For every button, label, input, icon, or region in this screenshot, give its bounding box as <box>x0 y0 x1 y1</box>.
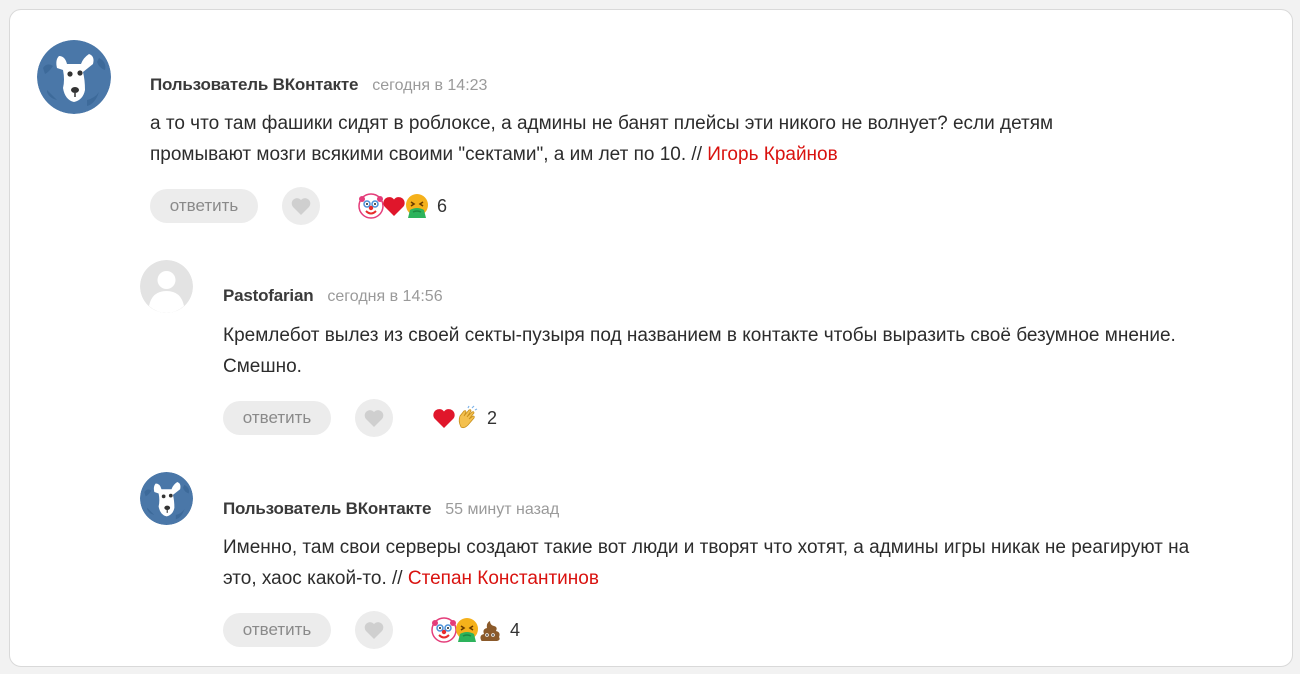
reply-button[interactable]: ответить <box>223 401 331 435</box>
comment: Пользователь ВКонтакте сегодня в 14:23 а … <box>37 40 1217 225</box>
like-button[interactable] <box>355 611 393 649</box>
heart-icon <box>364 622 384 639</box>
mention-link[interactable]: Степан Константинов <box>408 568 599 589</box>
author-name[interactable]: Пользователь ВКонтакте <box>150 75 358 94</box>
comment-text: а то что там фашики сидят в роблоксе, а … <box>150 108 1150 170</box>
author-name[interactable]: Пользователь ВКонтакте <box>223 499 431 518</box>
vk-dog-avatar[interactable] <box>140 472 193 525</box>
timestamp[interactable]: сегодня в 14:23 <box>372 77 487 94</box>
comment-body: а то что там фашики сидят в роблоксе, а … <box>150 113 1054 165</box>
comment-actions: ответить 2 <box>223 399 623 437</box>
comment-header: Pastofarian сегодня в 14:56 <box>223 286 443 306</box>
reaction-count: 4 <box>510 619 521 640</box>
author-name[interactable]: Pastofarian <box>223 286 314 305</box>
comment-actions: ответить 4 <box>223 611 623 649</box>
timestamp[interactable]: 55 минут назад <box>445 501 559 518</box>
comment-header: Пользователь ВКонтакте 55 минут назад <box>223 499 559 519</box>
reaction-count: 6 <box>437 195 448 216</box>
heart-icon <box>291 198 311 215</box>
like-button[interactable] <box>355 399 393 437</box>
reply-button[interactable]: ответить <box>223 613 331 647</box>
comment-text: Кремлебот вылез из своей секты-пузыря по… <box>223 320 1223 382</box>
comment-text: Именно, там свои серверы создают такие в… <box>223 532 1223 594</box>
default-user-avatar[interactable] <box>140 260 193 313</box>
comment-actions: ответить 6 <box>150 187 550 225</box>
vk-dog-icon <box>140 472 193 525</box>
mention-link[interactable]: Игорь Крайнов <box>707 144 837 165</box>
timestamp[interactable]: сегодня в 14:56 <box>327 288 442 305</box>
reactions-summary[interactable]: 2 <box>431 404 497 432</box>
reactions-summary[interactable]: 6 <box>358 192 447 220</box>
vomit-emoji <box>406 194 428 218</box>
reply-button[interactable]: ответить <box>150 189 258 223</box>
comment: Пользователь ВКонтакте 55 минут назад Име… <box>140 472 1240 652</box>
reactions-summary[interactable]: 4 <box>431 616 520 644</box>
comment-header: Пользователь ВКонтакте сегодня в 14:23 <box>150 75 487 95</box>
comments-panel: Пользователь ВКонтакте сегодня в 14:23 а … <box>9 9 1293 667</box>
clap-emoji <box>458 405 478 429</box>
user-placeholder-icon <box>140 260 193 313</box>
heart-icon <box>364 410 384 427</box>
vk-dog-icon <box>37 40 111 114</box>
reaction-count: 2 <box>487 407 498 428</box>
vk-dog-avatar[interactable] <box>37 40 111 114</box>
comment: Pastofarian сегодня в 14:56 Кремлебот выл… <box>140 260 1240 440</box>
like-button[interactable] <box>282 187 320 225</box>
poop-emoji <box>480 621 500 641</box>
comment-body: Кремлебот вылез из своей секты-пузыря по… <box>223 325 1176 377</box>
comment-body: Именно, там свои серверы создают такие в… <box>223 537 1190 589</box>
